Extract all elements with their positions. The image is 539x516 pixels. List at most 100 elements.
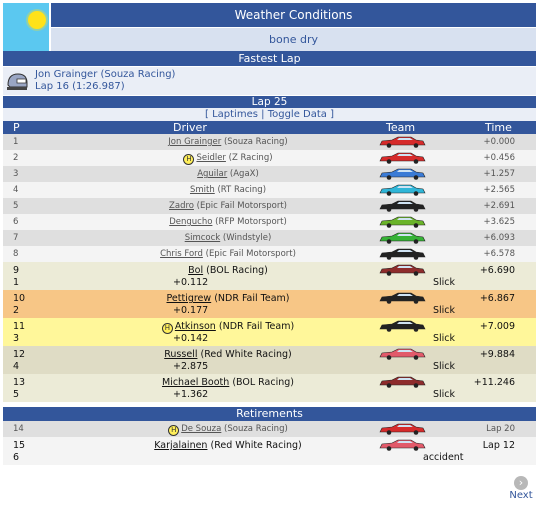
team-livery-icon xyxy=(379,152,426,164)
gap-time: +6.867 xyxy=(479,293,515,304)
team-name: (Red White Racing) xyxy=(210,440,302,451)
laps-down: 3 xyxy=(13,333,20,344)
laptimes-link[interactable]: Laptimes xyxy=(212,109,258,120)
weather-value: bone dry xyxy=(51,28,536,51)
position: 10 xyxy=(13,293,26,304)
tyre: Slick xyxy=(433,389,456,400)
laps-down: 2 xyxy=(13,305,20,316)
driver-name[interactable]: Dengucho xyxy=(169,217,212,227)
gap-time: +0.000 xyxy=(483,137,515,147)
sun-icon xyxy=(28,11,46,29)
team-livery-icon xyxy=(379,264,426,276)
weather-panel: Weather Conditions bone dry xyxy=(3,3,536,51)
driver-cell: Dengucho (RFP Motorsport) xyxy=(108,217,348,227)
lap-links: [ Laptimes | Toggle Data ] xyxy=(3,108,536,121)
weather-title: Weather Conditions xyxy=(51,3,536,27)
position: 2 xyxy=(13,153,19,163)
driver-name[interactable]: Aguilar xyxy=(197,169,227,179)
tyre: Slick xyxy=(433,361,456,372)
driver-name[interactable]: Atkinson xyxy=(175,321,216,332)
position: 14 xyxy=(13,424,24,434)
driver-name[interactable]: Chris Ford xyxy=(160,249,203,259)
table-row: 3 Aguilar (AgaX) +1.257 xyxy=(3,166,536,182)
position: 7 xyxy=(13,233,19,243)
col-driver: Driver xyxy=(173,121,207,134)
driver-cell: Russell (Red White Racing) xyxy=(108,349,348,360)
position: 13 xyxy=(13,377,26,388)
table-row: 9 Bol (BOL Racing) +6.690 1 +0.112 Slick xyxy=(3,262,536,290)
position: 6 xyxy=(13,217,19,227)
driver-name[interactable]: Jon Grainger xyxy=(168,137,221,147)
tyre: Slick xyxy=(433,277,456,288)
team-livery-icon xyxy=(379,423,426,435)
gap-time: +11.246 xyxy=(473,377,515,388)
interval: +0.142 xyxy=(173,333,209,344)
driver-cell: H Seidler (Z Racing) xyxy=(108,153,348,165)
team-name: (RT Racing) xyxy=(217,185,267,195)
table-row: 8 Chris Ford (Epic Fail Motorsport) +6.578 xyxy=(3,246,536,262)
team-livery-icon xyxy=(379,232,426,244)
team-livery-icon xyxy=(379,376,426,388)
laps-down: 4 xyxy=(13,361,20,372)
driver-name[interactable]: Zadro xyxy=(169,201,194,211)
gap-time: +6.578 xyxy=(483,249,515,259)
table-row: 11 H Atkinson (NDR Fail Team) +7.009 3 +0.142… xyxy=(3,318,536,346)
driver-cell: Zadro (Epic Fail Motorsport) xyxy=(108,201,348,211)
table-row: 14 H De Souza (Souza Racing) Lap 20 xyxy=(3,421,536,437)
fastest-lap-driver: Jon Grainger (Souza Racing) xyxy=(35,69,176,80)
helmet-icon xyxy=(7,73,28,90)
next-label: Next xyxy=(509,490,533,501)
team-name: (Souza Racing) xyxy=(223,137,288,147)
team-name: (NDR Fail Team) xyxy=(218,321,295,332)
driver-name[interactable]: De Souza xyxy=(181,424,221,434)
interval: +0.177 xyxy=(173,305,209,316)
links-close-bracket: ] xyxy=(330,109,334,120)
weather-sky xyxy=(3,3,49,51)
col-time: Time xyxy=(485,121,512,134)
fastest-lap-panel: Jon Grainger (Souza Racing) Lap 16 (1:26… xyxy=(3,67,536,95)
driver-name[interactable]: Bol xyxy=(188,265,203,276)
team-livery-icon xyxy=(379,292,426,304)
table-row: 13 Michael Booth (BOL Racing) +11.246 5 +1.3… xyxy=(3,374,536,402)
driver-name[interactable]: Michael Booth xyxy=(162,377,229,388)
gap-time: +7.009 xyxy=(479,321,515,332)
team-livery-icon xyxy=(379,184,426,196)
links-separator: | xyxy=(261,109,265,120)
driver-cell: Smith (RT Racing) xyxy=(108,185,348,195)
position: 15 xyxy=(13,440,26,451)
laps-down: 5 xyxy=(13,389,20,400)
driver-name[interactable]: Simcock xyxy=(185,233,221,243)
driver-name[interactable]: Karjalainen xyxy=(154,440,207,451)
table-row: 7 Simcock (Windstyle) +6.093 xyxy=(3,230,536,246)
team-name: (BOL Racing) xyxy=(232,377,294,388)
gap-time: +9.884 xyxy=(479,349,515,360)
team-name: (Z Racing) xyxy=(228,153,273,163)
col-p: P xyxy=(13,121,20,134)
gap-time: +2.691 xyxy=(483,201,515,211)
position: 9 xyxy=(13,265,20,276)
driver-cell: Pettigrew (NDR Fail Team) xyxy=(108,293,348,304)
team-name: (BOL Racing) xyxy=(206,265,268,276)
position: 11 xyxy=(13,321,26,332)
tyre: Slick xyxy=(433,305,456,316)
chevron-right-icon: › xyxy=(514,476,528,490)
team-livery-icon xyxy=(379,168,426,180)
retire-reason: accident xyxy=(423,452,464,463)
table-row: 2 H Seidler (Z Racing) +0.456 xyxy=(3,150,536,166)
next-link[interactable]: › Next xyxy=(506,476,536,501)
table-row: 4 Smith (RT Racing) +2.565 xyxy=(3,182,536,198)
col-team: Team xyxy=(386,121,416,134)
tyre: Slick xyxy=(433,333,456,344)
driver-name[interactable]: Seidler xyxy=(196,153,225,163)
table-row: 6 Dengucho (RFP Motorsport) +3.625 xyxy=(3,214,536,230)
driver-name[interactable]: Pettigrew xyxy=(167,293,212,304)
toggle-data-link[interactable]: Toggle Data xyxy=(268,109,327,120)
driver-cell: Aguilar (AgaX) xyxy=(108,169,348,179)
gap-time: +1.257 xyxy=(483,169,515,179)
gap-time: Lap 20 xyxy=(486,424,515,434)
team-livery-icon xyxy=(379,348,426,360)
fastest-lap-time: Lap 16 (1:26.987) xyxy=(35,81,125,92)
driver-name[interactable]: Russell xyxy=(164,349,197,360)
gap-time: +6.093 xyxy=(483,233,515,243)
driver-name[interactable]: Smith xyxy=(190,185,215,195)
